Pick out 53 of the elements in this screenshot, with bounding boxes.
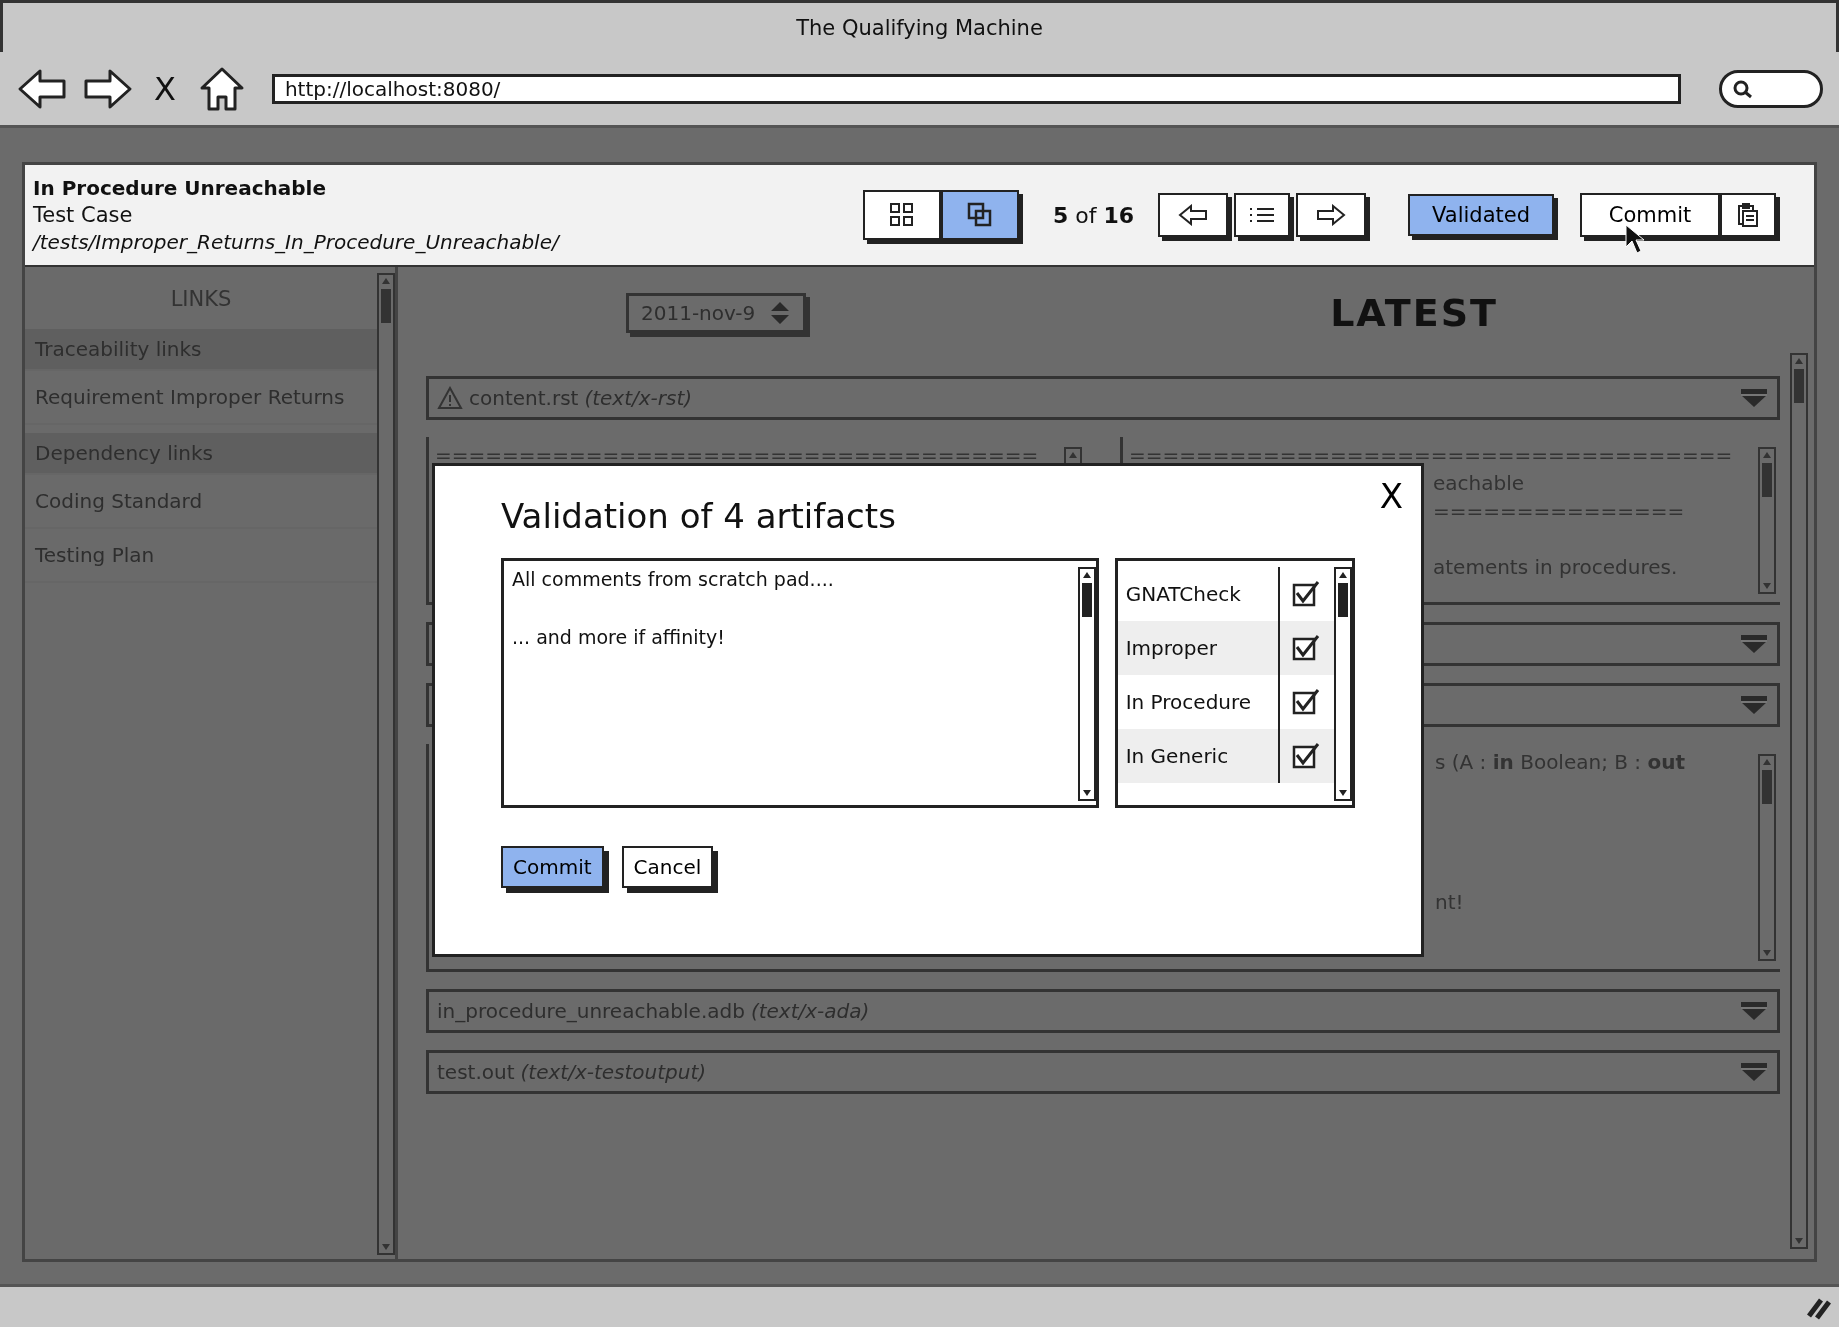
dropdown-icon[interactable] [1739,1061,1769,1083]
text-line: s (A : in Boolean; B : out [1435,750,1685,774]
url-field[interactable]: http://localhost:8080/ [271,73,1681,104]
text-line: ==================================== [435,442,1040,469]
artifact-label: Improper [1117,621,1280,675]
warning-icon [437,386,463,410]
scroll-thumb[interactable] [1794,369,1804,403]
artifact-title: In Procedure Unreachable [33,176,327,200]
mime-type: (text/x-rst) [584,386,693,410]
file-name: content.rst [469,386,579,410]
latest-heading: LATEST [1330,291,1498,335]
dropdown-icon[interactable] [1739,387,1769,409]
dropdown-icon[interactable] [1739,1000,1769,1022]
text-line: atements in procedures. [1433,555,1678,579]
stop-button[interactable]: X [148,69,182,108]
link-item[interactable]: Testing Plan [25,529,377,583]
dialog-title: Validation of 4 artifacts [501,496,897,536]
file-header[interactable]: test.out (text/x-testoutput) [426,1050,1780,1094]
scroll-thumb[interactable] [1338,583,1348,617]
clipboard-icon [1737,202,1759,228]
link-item[interactable]: Coding Standard [25,475,377,529]
link-item[interactable]: Requirement Improper Returns [25,371,377,425]
dropdown-icon[interactable] [1739,694,1769,716]
scroll-thumb[interactable] [1762,770,1772,804]
artifact-label: In Generic [1117,729,1280,783]
mime-type: (text/x-testoutput) [520,1060,707,1084]
stepper-arrows-icon [769,300,791,326]
search-field[interactable] [1719,69,1823,108]
grid-icon [888,202,915,228]
scroll-thumb[interactable] [381,289,391,323]
comment-field[interactable]: All comments from scratch pad.... ... and more if affinity! [501,558,1099,808]
text-line: eachable [1433,471,1525,495]
windows-icon [966,202,993,228]
links-heading: LINKS [169,287,233,311]
scroll-thumb[interactable] [1081,583,1092,617]
text-line: ==================================== [1129,442,1734,469]
search-icon [1732,78,1754,99]
dropdown-icon[interactable] [1739,633,1769,655]
file-name: test.out [437,1060,515,1084]
window-title: The Qualifying Machine [796,15,1043,40]
artifact-type: Test Case [33,203,134,227]
close-button[interactable]: X [1375,476,1407,516]
text-line: =============== [1433,499,1685,523]
file-name: in_procedure_unreachable.adb [437,999,745,1023]
scroll-thumb[interactable] [1762,463,1772,497]
page-counter: 5 of 16 [1052,202,1135,228]
left-arrow-icon [1178,204,1209,226]
artifact-path: /tests/Improper_Returns_In_Procedure_Unreachable/ [33,230,562,254]
file-header[interactable]: in_procedure_unreachable.adb (text/x-ada) [426,989,1780,1033]
file-header[interactable]: content.rst (text/x-rst) [426,376,1780,420]
right-arrow-icon [1316,204,1347,226]
mime-type: (text/x-ada) [750,999,870,1023]
text-line: nt! [1435,890,1464,914]
